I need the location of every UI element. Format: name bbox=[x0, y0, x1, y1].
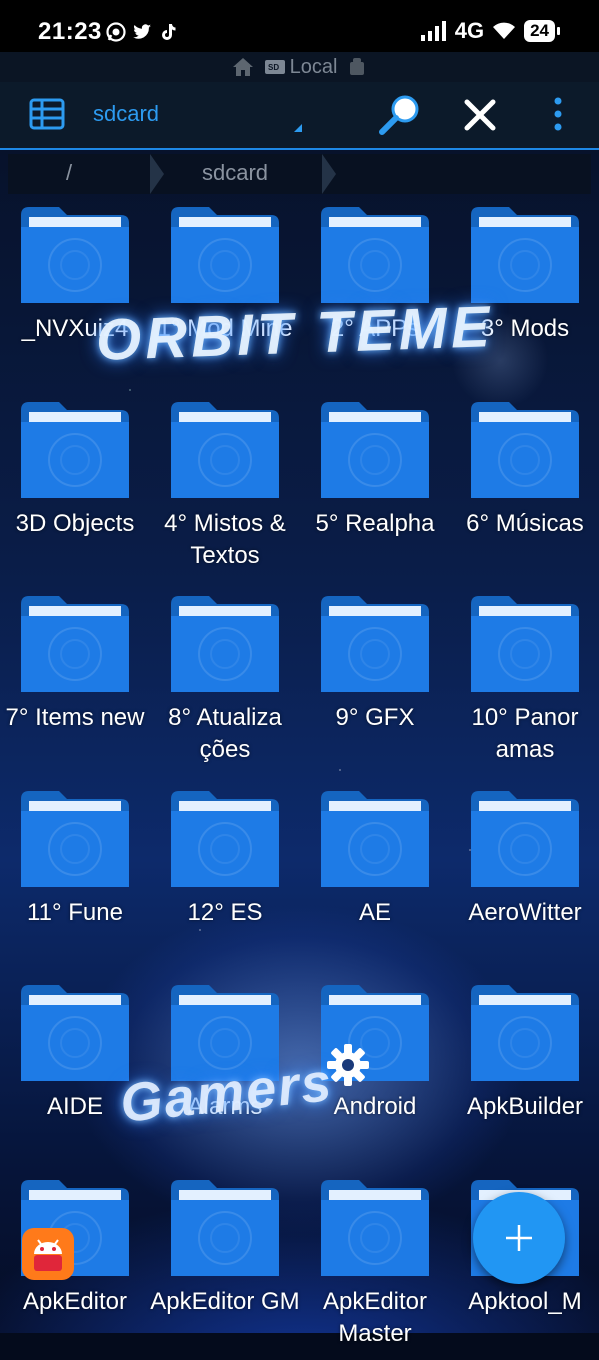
folder-icon bbox=[171, 596, 279, 692]
folder-name: ApkEditor GM bbox=[150, 1287, 300, 1315]
folder-icon bbox=[171, 790, 279, 887]
folder-name: 8° Atualiza ções bbox=[168, 704, 282, 763]
folder-item[interactable]: 12° ES bbox=[150, 790, 300, 971]
wallpaper-title-text: ORBIT TEME bbox=[94, 294, 495, 373]
folder-icon bbox=[21, 401, 129, 498]
toolbar: sdcard bbox=[0, 82, 599, 150]
breadcrumb-current[interactable]: sdcard bbox=[202, 160, 268, 186]
add-fab-button[interactable] bbox=[473, 1192, 565, 1284]
status-time: 21:23 bbox=[38, 18, 102, 45]
apk-editor-app-icon[interactable] bbox=[22, 1228, 74, 1280]
folder-item[interactable]: 11° Fune bbox=[0, 790, 150, 971]
location-bar: SD Local bbox=[0, 52, 599, 82]
folder-icon bbox=[471, 207, 579, 303]
folder-icon bbox=[321, 790, 429, 887]
folder-item[interactable]: 6° Músicas bbox=[450, 401, 599, 582]
breadcrumb-root[interactable]: / bbox=[66, 160, 72, 186]
settings-gear-icon bbox=[327, 1044, 369, 1086]
folder-name: AeroWitter bbox=[468, 898, 582, 926]
folder-name: 5° Realpha bbox=[315, 509, 435, 537]
location-label[interactable]: Local bbox=[290, 56, 338, 79]
sd-card-icon: SD bbox=[264, 60, 285, 74]
close-icon[interactable] bbox=[462, 97, 498, 133]
folder-item[interactable]: 8° Atualiza ções bbox=[150, 596, 300, 776]
folder-item[interactable]: 5° Realpha bbox=[300, 401, 450, 582]
folder-icon bbox=[21, 596, 129, 692]
current-path-title[interactable]: sdcard bbox=[93, 101, 159, 127]
network-type: 4G bbox=[454, 18, 485, 43]
folder-name: 6° Músicas bbox=[466, 509, 584, 537]
folder-name: 9° GFX bbox=[335, 704, 415, 731]
more-options-icon[interactable] bbox=[552, 96, 564, 132]
folder-icon bbox=[321, 401, 429, 498]
plus-icon bbox=[506, 1225, 532, 1251]
folder-name: ApkEditor Master bbox=[322, 1287, 428, 1347]
breadcrumb: / sdcard bbox=[8, 154, 591, 194]
folder-name: 4° Mistos & Textos bbox=[164, 509, 286, 569]
folder-item[interactable]: 4° Mistos & Textos bbox=[150, 401, 300, 582]
android-robot-icon bbox=[34, 1239, 62, 1271]
folder-name: 7° Items new bbox=[5, 704, 145, 731]
folder-name: AE bbox=[358, 898, 391, 926]
svg-text:SD: SD bbox=[268, 63, 279, 72]
folder-item[interactable]: 7° Items new bbox=[0, 596, 150, 776]
folder-icon bbox=[21, 207, 129, 303]
folder-icon bbox=[471, 985, 579, 1081]
folder-icon bbox=[321, 596, 429, 692]
whatsapp-icon bbox=[106, 22, 126, 42]
twitter-icon bbox=[133, 24, 151, 39]
home-icon[interactable] bbox=[232, 57, 254, 77]
folder-icon bbox=[321, 1179, 429, 1276]
folder-name: Apktool_M bbox=[468, 1287, 582, 1315]
folder-icon bbox=[471, 596, 579, 692]
folder-icon bbox=[171, 401, 279, 498]
search-icon[interactable] bbox=[378, 94, 422, 136]
folder-item[interactable]: ApkBuilder bbox=[450, 985, 599, 1165]
folder-icon bbox=[321, 207, 429, 303]
breadcrumb-separator bbox=[150, 154, 164, 194]
folder-name: ApkBuilder bbox=[466, 1093, 584, 1120]
android-icon[interactable] bbox=[347, 57, 367, 77]
folder-item[interactable]: 9° GFX bbox=[300, 596, 450, 776]
tiktok-icon bbox=[162, 24, 176, 40]
path-dropdown-indicator[interactable] bbox=[294, 124, 302, 132]
grid-view-icon[interactable] bbox=[29, 98, 65, 130]
folder-item[interactable]: AeroWitter bbox=[450, 790, 599, 971]
folder-icon bbox=[21, 790, 129, 887]
wifi-icon bbox=[493, 22, 516, 39]
folder-name: 12° ES bbox=[187, 898, 263, 926]
folder-icon bbox=[471, 790, 579, 887]
folder-item[interactable]: 3D Objects bbox=[0, 401, 150, 582]
folder-item[interactable]: 10° Panor amas bbox=[450, 596, 599, 776]
folder-name: ApkEditor bbox=[22, 1287, 128, 1315]
folder-item[interactable]: AE bbox=[300, 790, 450, 971]
folder-name: 10° Panor amas bbox=[471, 704, 579, 763]
status-bar: 21:23 4G 24 bbox=[0, 0, 599, 52]
folder-name: 3D Objects bbox=[15, 509, 135, 537]
battery-level: 24 bbox=[524, 20, 560, 42]
signal-icon bbox=[420, 21, 446, 41]
folder-icon bbox=[171, 207, 279, 303]
breadcrumb-separator bbox=[322, 154, 336, 194]
folder-name: 11° Fune bbox=[27, 898, 123, 926]
folder-icon bbox=[171, 1179, 279, 1276]
folder-icon bbox=[471, 401, 579, 498]
folder-icon bbox=[21, 985, 129, 1081]
